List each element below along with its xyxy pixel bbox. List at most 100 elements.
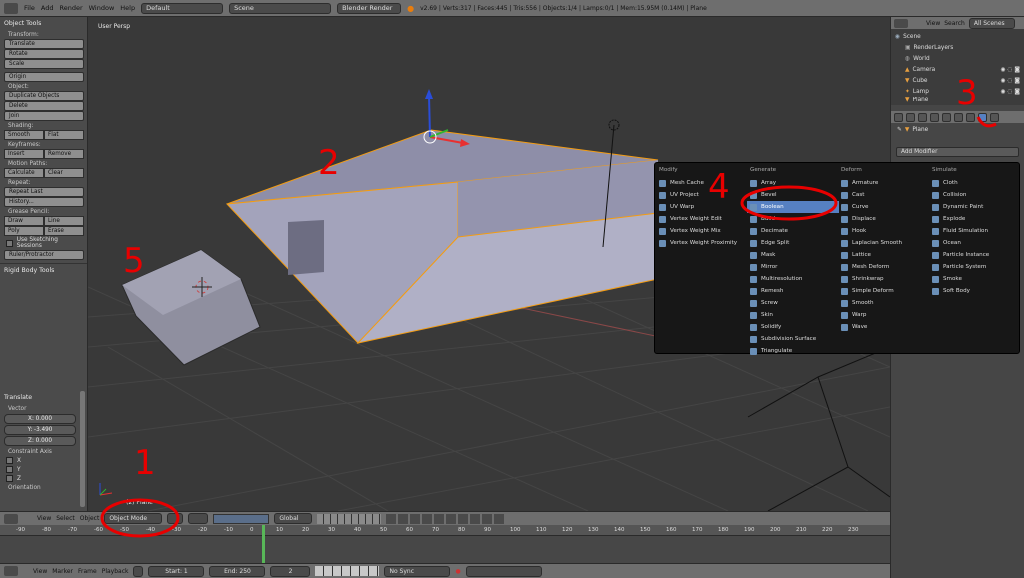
playback-controls[interactable]: [315, 566, 380, 576]
world-tab-icon[interactable]: [918, 112, 927, 122]
editor-type-icon[interactable]: [4, 513, 18, 524]
outliner-search-menu[interactable]: Search: [944, 20, 965, 27]
viewport-shading-selector[interactable]: [167, 513, 184, 524]
orientation-selector[interactable]: Global: [274, 513, 313, 524]
history-button[interactable]: History...: [4, 197, 84, 207]
sketching-sessions-checkbox[interactable]: Use Sketching Sessions: [0, 236, 87, 250]
editor-type-icon[interactable]: [4, 2, 18, 14]
scale-button[interactable]: Scale: [4, 59, 84, 69]
visibility-icons[interactable]: ◉ ◌ ◙: [1001, 67, 1020, 73]
modifier-item-bevel[interactable]: Bevel: [750, 189, 842, 201]
modifier-item-vertex-weight-edit[interactable]: Vertex Weight Edit: [659, 213, 747, 225]
sync-selector[interactable]: No Sync: [384, 565, 451, 577]
modifier-item-vertex-weight-mix[interactable]: Vertex Weight Mix: [659, 225, 747, 237]
rotate-button[interactable]: Rotate: [4, 49, 84, 59]
render-tab-icon[interactable]: [894, 112, 903, 122]
mode-selector[interactable]: Object Mode: [104, 513, 163, 524]
modifier-item-array[interactable]: Array: [750, 177, 842, 189]
modifier-item-solidify[interactable]: Solidify: [750, 321, 842, 333]
modifier-item-smoke[interactable]: Smoke: [932, 273, 1018, 285]
menu-help[interactable]: Help: [120, 4, 135, 12]
object-tab-icon[interactable]: [930, 112, 939, 122]
texture-tab-icon[interactable]: [990, 112, 999, 122]
modifier-item-ocean[interactable]: Ocean: [932, 237, 1018, 249]
manipulator-icons[interactable]: [213, 513, 270, 524]
vector-z-field[interactable]: Z: 0.000: [4, 436, 76, 446]
preview-range-toggle[interactable]: [133, 565, 144, 577]
modifier-item-boolean[interactable]: Boolean: [747, 201, 839, 213]
visibility-icons[interactable]: ◉ ◌ ◙: [1001, 78, 1020, 84]
join-button[interactable]: Join: [4, 111, 84, 121]
pivot-selector[interactable]: [188, 513, 209, 524]
layout-selector[interactable]: Default: [141, 2, 224, 14]
menu-window[interactable]: Window: [89, 4, 115, 12]
constraint-y-checkbox[interactable]: Y: [0, 465, 80, 474]
outliner-row-renderlayers[interactable]: ▣ RenderLayers: [891, 42, 1024, 53]
modifier-item-shrinkwrap[interactable]: Shrinkwrap: [841, 273, 931, 285]
modifier-item-armature[interactable]: Armature: [841, 177, 931, 189]
start-frame-field[interactable]: Start: 1: [148, 565, 205, 577]
calculate-button[interactable]: Calculate: [4, 168, 44, 178]
modifier-item-fluid-simulation[interactable]: Fluid Simulation: [932, 225, 1018, 237]
modifier-item-edge-split[interactable]: Edge Split: [750, 237, 842, 249]
editor-type-icon[interactable]: [894, 18, 908, 28]
modifier-item-wave[interactable]: Wave: [841, 321, 931, 333]
modifier-item-mesh-cache[interactable]: Mesh Cache: [659, 177, 747, 189]
menu-frame[interactable]: Frame: [78, 568, 97, 575]
visibility-icons[interactable]: ◉ ◌ ◙: [1001, 89, 1020, 95]
modifier-item-cast[interactable]: Cast: [841, 189, 931, 201]
modifier-item-particle-instance[interactable]: Particle Instance: [932, 249, 1018, 261]
flat-button[interactable]: Flat: [44, 130, 84, 140]
outliner-view-menu[interactable]: View: [926, 20, 940, 27]
menu-marker[interactable]: Marker: [52, 568, 73, 575]
timeline-playhead[interactable]: [262, 525, 265, 563]
rigid-body-tools-panel[interactable]: Rigid Body Tools: [0, 263, 87, 277]
constraints-tab-icon[interactable]: [942, 112, 951, 122]
modifier-item-remesh[interactable]: Remesh: [750, 285, 842, 297]
modifier-item-collision[interactable]: Collision: [932, 189, 1018, 201]
modifier-item-particle-system[interactable]: Particle System: [932, 261, 1018, 273]
line-button[interactable]: Line: [44, 216, 84, 226]
modifier-item-triangulate[interactable]: Triangulate: [750, 345, 842, 357]
menu-view[interactable]: View: [33, 568, 47, 575]
scene-tab-icon[interactable]: [906, 112, 915, 122]
erase-button[interactable]: Erase: [44, 226, 84, 236]
modifier-item-curve[interactable]: Curve: [841, 201, 931, 213]
modifier-item-decimate[interactable]: Decimate: [750, 225, 842, 237]
duplicate-objects-button[interactable]: Duplicate Objects: [4, 91, 84, 101]
modifier-item-dynamic-paint[interactable]: Dynamic Paint: [932, 201, 1018, 213]
modifier-item-mesh-deform[interactable]: Mesh Deform: [841, 261, 931, 273]
constraint-z-checkbox[interactable]: Z: [0, 474, 80, 483]
current-frame-field[interactable]: 2: [270, 565, 311, 577]
modifier-item-multiresolution[interactable]: Multiresolution: [750, 273, 842, 285]
modifier-item-skin[interactable]: Skin: [750, 309, 842, 321]
modifier-item-simple-deform[interactable]: Simple Deform: [841, 285, 931, 297]
remove-keyframe-button[interactable]: Remove: [44, 149, 84, 159]
modifier-item-smooth[interactable]: Smooth: [841, 297, 931, 309]
modifier-item-lattice[interactable]: Lattice: [841, 249, 931, 261]
menu-view[interactable]: View: [37, 515, 51, 522]
translate-operator-title[interactable]: Translate: [0, 391, 80, 404]
poly-button[interactable]: Poly: [4, 226, 44, 236]
vector-x-field[interactable]: X: 0.000: [4, 414, 76, 424]
modifier-item-vertex-weight-proximity[interactable]: Vertex Weight Proximity: [659, 237, 747, 249]
outliner-row-scene[interactable]: ◉ Scene: [891, 31, 1024, 42]
modifier-item-uv-project[interactable]: UV Project: [659, 189, 747, 201]
smooth-button[interactable]: Smooth: [4, 130, 44, 140]
vector-y-field[interactable]: Y: -3.490: [4, 425, 76, 435]
object-tools-title[interactable]: Object Tools: [0, 17, 87, 30]
render-engine-selector[interactable]: Blender Render: [337, 2, 402, 14]
material-tab-icon[interactable]: [966, 112, 975, 122]
data-tab-icon[interactable]: [954, 112, 963, 122]
origin-button[interactable]: Origin: [4, 72, 84, 82]
menu-playback[interactable]: Playback: [102, 568, 129, 575]
delete-button[interactable]: Delete: [4, 101, 84, 111]
clear-button[interactable]: Clear: [44, 168, 84, 178]
modifier-item-hook[interactable]: Hook: [841, 225, 931, 237]
ruler-protractor-button[interactable]: Ruler/Protractor: [4, 250, 84, 260]
constraint-x-checkbox[interactable]: X: [0, 456, 80, 465]
modifier-item-laplacian-smooth[interactable]: Laplacian Smooth: [841, 237, 931, 249]
modifier-item-uv-warp[interactable]: UV Warp: [659, 201, 747, 213]
modifier-item-screw[interactable]: Screw: [750, 297, 842, 309]
outliner-row-world[interactable]: ◍ World: [891, 53, 1024, 64]
